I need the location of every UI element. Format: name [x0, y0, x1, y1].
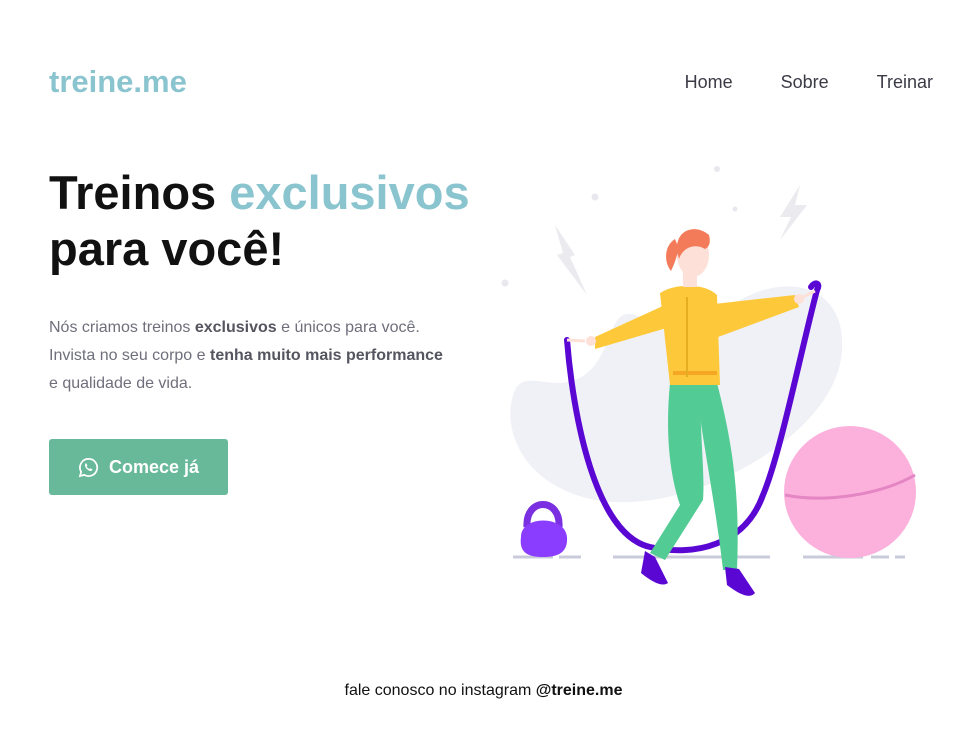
comece-ja-button[interactable]: Comece já — [49, 439, 228, 495]
hero-description: Nós criamos treinos exclusivos e únicos … — [49, 314, 469, 398]
woman-jumping-rope-illustration — [501, 166, 916, 596]
comece-ja-label: Comece já — [108, 456, 200, 477]
hero-title-part2: para você! — [49, 222, 285, 275]
footer: fale conosco no instagram @treine.me — [0, 681, 967, 701]
nav-home-link[interactable]: Home — [685, 70, 733, 94]
landing-page: treine.me Home Sobre Treinar Treinos exc… — [0, 0, 967, 733]
hero-text-2: e únicos para você. — [276, 319, 420, 336]
nav-sobre-link[interactable]: Sobre — [781, 70, 829, 94]
hero-text-3: Invista no seu corpo e — [49, 347, 210, 364]
logo[interactable]: treine.me — [49, 63, 187, 101]
hero-text-bold-1: exclusivos — [194, 319, 277, 336]
footer-text: fale conosco no instagram — [344, 682, 536, 699]
instagram-handle[interactable]: @treine.me — [536, 682, 623, 699]
hero-title-accent: exclusivos — [229, 166, 470, 219]
nav-treinar-link[interactable]: Treinar — [877, 70, 933, 94]
hero-title: Treinos exclusivos para você! — [49, 165, 529, 277]
hero-title-part1: Treinos — [49, 166, 230, 219]
hero-text-bold-2: tenha muito mais performance — [209, 347, 443, 364]
whatsapp-icon — [78, 457, 99, 478]
hero-text-4: e qualidade de vida. — [49, 375, 193, 392]
main-nav: Home Sobre Treinar — [685, 70, 933, 94]
hero-text-1: Nós criamos treinos — [49, 319, 195, 336]
